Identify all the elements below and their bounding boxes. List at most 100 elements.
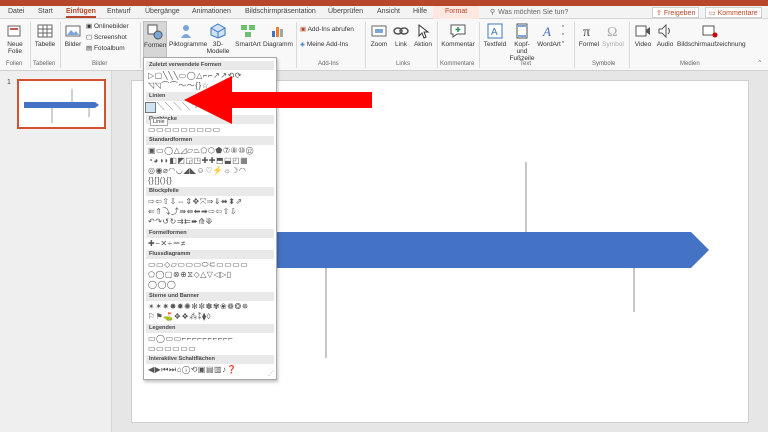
stars-banners-row[interactable]: ⚐⚑⛳❖❖⁂⁑⧫◊ [148,312,274,322]
get-addins-label: Add-Ins abrufen [307,26,354,33]
comment-button[interactable]: Kommentar [440,23,476,48]
action-icon [418,23,430,39]
audio-button[interactable]: Audio [654,23,676,48]
3d-models-label-2: Modelle [206,48,230,55]
video-button[interactable]: Video [633,23,653,48]
wordart-button[interactable]: A WordArt [536,23,562,48]
tab-entwurf[interactable]: Entwurf [107,8,131,15]
pi-icon: π [583,25,590,39]
chart-button[interactable]: Diagramm [263,23,293,48]
tab-ueberpruefen[interactable]: Überprüfen [328,8,363,15]
recent-shapes-row[interactable]: ◹◹⌒⌒〜〜{}☆ [148,81,274,91]
equation-button[interactable]: π Formel [578,23,600,48]
basic-shapes-row[interactable]: ◎◉⌀◠◡◢◣☺♡⚡☼☽◠ [148,166,274,176]
separator [140,22,141,68]
3d-models-button[interactable]: 3D- Modelle [205,23,231,55]
shapes-button[interactable]: Formen [143,21,167,59]
group-links: Links [396,61,411,67]
header-footer-button[interactable]: Kopf- und Fußzeile [509,23,535,62]
text-more-icons[interactable]: ▫ ▫ ▫ [562,23,564,47]
line-shape-selected[interactable] [145,102,156,113]
group-symbole: Symbole [592,61,616,67]
svg-text:A: A [542,24,551,39]
slide-thumbnail-pane: 1 [0,71,112,432]
share-button[interactable]: ⇪ Freigeben [652,7,700,18]
smartart-button[interactable]: SmartArt [234,23,262,48]
pictures-button[interactable]: Bilder [63,23,83,48]
zoom-button[interactable]: Zoom [368,23,390,48]
svg-text:A: A [491,27,498,38]
action-button[interactable]: Aktion [412,23,434,48]
comments-button[interactable]: ▭ Kommentare [705,7,762,18]
tell-me-box[interactable]: ⚲ Was möchten Sie tun? [490,8,568,16]
section-stars-banners: Sterne und Banner [146,292,274,301]
smartart-label: SmartArt [235,41,261,48]
resize-grip-icon[interactable]: ⋰ [268,370,275,377]
omega-icon: Ω [607,25,617,39]
thumbnail-preview [24,89,99,123]
recent-shapes-row[interactable]: ▷▢╲╲╲▭◯△⌐⌐↗↗⟲⟳ [148,71,274,81]
tab-animationen[interactable]: Animationen [192,8,231,15]
symbol-button[interactable]: Ω Symbol [601,23,625,48]
collapse-ribbon-icon[interactable]: ⌃ [757,60,762,68]
table-button[interactable]: Tabelle [33,23,57,48]
rectangles-row[interactable]: ▭▭▭▭▭▭▭▭▭ [148,125,274,135]
wordart-icon: A [542,24,551,39]
chart-icon [272,27,283,37]
basic-shapes-row[interactable]: ◔◕◑◗◧◩◲◳✚✚⬒⬓◰▦ [148,156,274,166]
separator [574,22,575,68]
shapes-gallery: Zuletzt verwendete Formen ▷▢╲╲╲▭◯△⌐⌐↗↗⟲⟳… [143,57,277,380]
block-arrows-row[interactable]: ↶↷↺↻⇉⇇➨⟰⟱ [148,217,274,227]
timeline-arrow-shape[interactable] [277,232,709,268]
textbox-button[interactable]: A Textfeld [482,23,508,48]
flowchart-row[interactable]: ▭▭◇▱▭▭▭⬭⊂▭▭▭▭ [148,260,274,270]
online-pictures-button[interactable]: ▣ Onlinebilder [86,23,129,31]
slide-number: 1 [7,79,11,86]
stars-banners-row[interactable]: ✴✶✷✸✹✺✻✼✽✾❀❁❂✵ [148,302,274,312]
link-button[interactable]: Link [391,23,411,48]
icons-button[interactable]: Piktogramme [169,23,207,48]
screen-recording-label: Bildschirmaufzeichnung [677,41,746,48]
zoom-label: Zoom [370,41,388,48]
screen-recording-button[interactable]: Bildschirmaufzeichnung [677,23,746,48]
new-slide-label-2: Folie [7,48,23,55]
comments-label: Kommentare [717,10,758,17]
callouts-row[interactable]: ▭◯▭▭⌐⌐⌐⌐⌐⌐⌐⌐⌐⌐ [148,334,274,344]
basic-shapes-row[interactable]: {}[](){} [148,176,274,186]
wordart-label: WordArt [537,41,561,48]
addins-icon: ◈ [300,41,307,48]
screenshot-button[interactable]: ▢ Screenshot [86,34,127,42]
video-label: Video [634,41,652,48]
tab-format[interactable]: Format [445,8,467,15]
slide-thumbnail[interactable] [17,79,106,129]
tab-hilfe[interactable]: Hilfe [413,8,427,15]
block-arrows-row[interactable]: ⇨⇦⇧⇩⇔⇕✥⤧⇒⇓⬌⬍⇗ [148,197,274,207]
my-addins-button[interactable]: ◈ Meine Add-Ins [300,41,348,49]
tab-datei[interactable]: Datei [8,8,24,15]
new-slide-label-1: Neue [7,41,23,48]
tab-ansicht[interactable]: Ansicht [377,8,400,15]
basic-shapes-row[interactable]: ▣▭◯△◿▱⏢⬠⬡⬟⑦⑧⑩⑫ [148,146,274,156]
tab-uebergaenge[interactable]: Übergänge [145,8,180,15]
tab-start[interactable]: Start [38,8,53,15]
block-arrows-row[interactable]: ⇐⇑⤵⤴⇛⇚⬅➡⇨⇦⇧⇩ [148,207,274,217]
3d-models-label-1: 3D- [212,41,224,48]
equation-shapes-row[interactable]: ✚−✕÷＝≠ [148,239,274,249]
tab-einfuegen[interactable]: Einfügen [66,8,96,18]
group-tabellen: Tabellen [33,61,56,67]
flowchart-row[interactable]: ◯◯◯ [148,280,274,290]
chart-label: Diagramm [263,41,293,48]
tab-bildschirmpraesentation[interactable]: Bildschirmpräsentation [245,8,316,15]
photo-album-label: Fotoalbum [93,45,125,52]
photo-album-button[interactable]: ▤ Fotoalbum [86,45,125,53]
get-addins-button[interactable]: ▣ Add-Ins abrufen [300,26,354,34]
lines-row[interactable]: ╲╲╲╲╲ㄱㄱ⌐⌐⌐⟆⟆ [148,102,274,112]
new-slide-button[interactable]: Neue Folie [4,23,26,55]
section-callouts: Legenden [146,324,274,333]
action-buttons-row[interactable]: ◀▶⏮⏭⌂ⓘ⟲▣▤▥♪❓ [148,365,274,375]
flowchart-row[interactable]: ⬠◯▢⊗⊕⧖◇△▽◁▷▯ [148,270,274,280]
photo-album-icon: ▤ [86,45,94,52]
group-text: Text [520,61,532,67]
callouts-row[interactable]: ▭▭▭▭▭▭ [148,344,274,354]
textbox-icon: A [487,23,503,39]
